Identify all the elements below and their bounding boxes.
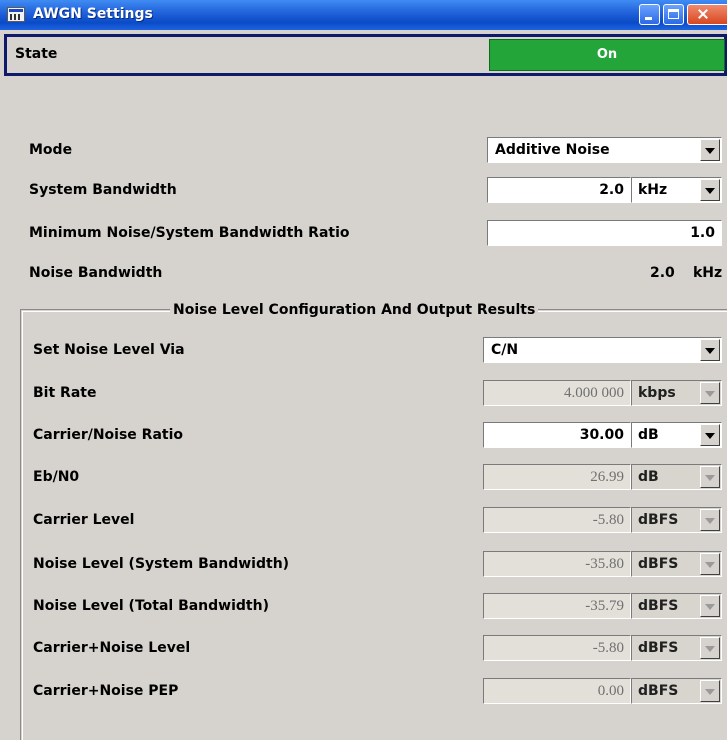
min-ratio-input[interactable]: 1.0 xyxy=(487,220,722,246)
carrier-noise-pep-row: Carrier+Noise PEP 0.00 dBFS xyxy=(0,678,727,704)
system-bandwidth-unit-select[interactable]: kHz xyxy=(631,177,722,203)
noise-level-total-label: Noise Level (Total Bandwidth) xyxy=(33,598,269,614)
noise-bandwidth-unit: kHz xyxy=(693,265,723,281)
set-noise-level-via-row: Set Noise Level Via C/N xyxy=(0,337,727,363)
chevron-down-icon[interactable] xyxy=(700,339,720,361)
chevron-down-icon[interactable] xyxy=(700,179,720,201)
chevron-down-icon xyxy=(700,466,720,488)
bit-rate-unit-select: kbps xyxy=(631,380,722,406)
carrier-noise-level-row: Carrier+Noise Level -5.80 dBFS xyxy=(0,635,727,661)
chevron-down-icon[interactable] xyxy=(700,424,720,446)
carrier-level-row: Carrier Level -5.80 dBFS xyxy=(0,507,727,533)
set-noise-level-via-value: C/N xyxy=(491,342,519,358)
chevron-down-icon xyxy=(700,637,720,659)
carrier-noise-ratio-input[interactable]: 30.00 xyxy=(483,422,631,448)
minimize-icon[interactable] xyxy=(639,4,660,25)
carrier-noise-ratio-label: Carrier/Noise Ratio xyxy=(33,427,184,443)
mode-select[interactable]: Additive Noise xyxy=(487,137,722,163)
noise-level-group-title: Noise Level Configuration And Output Res… xyxy=(170,302,539,318)
eb-n0-row: Eb/N0 26.99 dB xyxy=(0,464,727,490)
system-bandwidth-input[interactable]: 2.0 xyxy=(487,177,631,203)
noise-level-system-label: Noise Level (System Bandwidth) xyxy=(33,556,290,572)
eb-n0-label: Eb/N0 xyxy=(33,469,80,485)
awgn-settings-window: AWGN Settings State On Mode Additive Noi… xyxy=(0,0,727,741)
mode-row: Mode Additive Noise xyxy=(0,137,727,163)
chevron-down-icon xyxy=(700,553,720,575)
carrier-noise-level-unit: dBFS xyxy=(638,640,679,656)
chevron-down-icon[interactable] xyxy=(700,139,720,161)
app-window-icon xyxy=(7,7,25,22)
chevron-down-icon xyxy=(700,382,720,404)
eb-n0-input: 26.99 xyxy=(483,464,631,490)
mode-label: Mode xyxy=(29,142,73,158)
bit-rate-unit: kbps xyxy=(638,385,676,401)
chevron-down-icon xyxy=(700,595,720,617)
noise-level-system-input: -35.80 xyxy=(483,551,631,577)
eb-n0-unit-select: dB xyxy=(631,464,722,490)
chevron-down-icon xyxy=(700,680,720,702)
carrier-noise-pep-unit-select: dBFS xyxy=(631,678,722,704)
system-bandwidth-row: System Bandwidth 2.0 kHz xyxy=(0,177,727,203)
system-bandwidth-unit: kHz xyxy=(638,182,668,198)
carrier-level-unit-select: dBFS xyxy=(631,507,722,533)
noise-level-system-unit-select: dBFS xyxy=(631,551,722,577)
noise-bandwidth-value: 2.0 xyxy=(650,265,675,281)
carrier-noise-level-unit-select: dBFS xyxy=(631,635,722,661)
close-icon[interactable] xyxy=(687,4,727,25)
state-row: State On xyxy=(4,34,727,76)
noise-level-total-input: -35.79 xyxy=(483,593,631,619)
set-noise-level-via-select[interactable]: C/N xyxy=(483,337,722,363)
carrier-noise-pep-unit: dBFS xyxy=(638,683,679,699)
state-toggle-button[interactable]: On xyxy=(489,39,725,71)
min-ratio-label: Minimum Noise/System Bandwidth Ratio xyxy=(29,225,350,241)
carrier-level-unit: dBFS xyxy=(638,512,679,528)
bit-rate-row: Bit Rate 4.000 000 kbps xyxy=(0,380,727,406)
noise-level-total-row: Noise Level (Total Bandwidth) -35.79 dBF… xyxy=(0,593,727,619)
carrier-noise-pep-input: 0.00 xyxy=(483,678,631,704)
noise-level-system-row: Noise Level (System Bandwidth) -35.80 dB… xyxy=(0,551,727,577)
carrier-level-input: -5.80 xyxy=(483,507,631,533)
window-title: AWGN Settings xyxy=(33,6,153,22)
carrier-noise-ratio-unit: dB xyxy=(638,427,659,443)
noise-bandwidth-label: Noise Bandwidth xyxy=(29,265,163,281)
carrier-noise-pep-label: Carrier+Noise PEP xyxy=(33,683,179,699)
carrier-noise-ratio-row: Carrier/Noise Ratio 30.00 dB xyxy=(0,422,727,448)
chevron-down-icon xyxy=(700,509,720,531)
noise-bandwidth-row: Noise Bandwidth 2.0 kHz xyxy=(0,260,727,286)
min-ratio-row: Minimum Noise/System Bandwidth Ratio 1.0 xyxy=(0,220,727,246)
bit-rate-input: 4.000 000 xyxy=(483,380,631,406)
state-label: State xyxy=(15,46,58,62)
maximize-icon[interactable] xyxy=(663,4,684,25)
carrier-level-label: Carrier Level xyxy=(33,512,135,528)
bit-rate-label: Bit Rate xyxy=(33,385,97,401)
noise-level-system-unit: dBFS xyxy=(638,556,679,572)
title-bar[interactable]: AWGN Settings xyxy=(0,0,727,30)
carrier-noise-ratio-unit-select[interactable]: dB xyxy=(631,422,722,448)
eb-n0-unit: dB xyxy=(638,469,659,485)
system-bandwidth-label: System Bandwidth xyxy=(29,182,177,198)
carrier-noise-level-label: Carrier+Noise Level xyxy=(33,640,191,656)
carrier-noise-level-input: -5.80 xyxy=(483,635,631,661)
noise-level-total-unit: dBFS xyxy=(638,598,679,614)
mode-value: Additive Noise xyxy=(495,142,610,158)
noise-level-total-unit-select: dBFS xyxy=(631,593,722,619)
set-noise-level-via-label: Set Noise Level Via xyxy=(33,342,185,358)
